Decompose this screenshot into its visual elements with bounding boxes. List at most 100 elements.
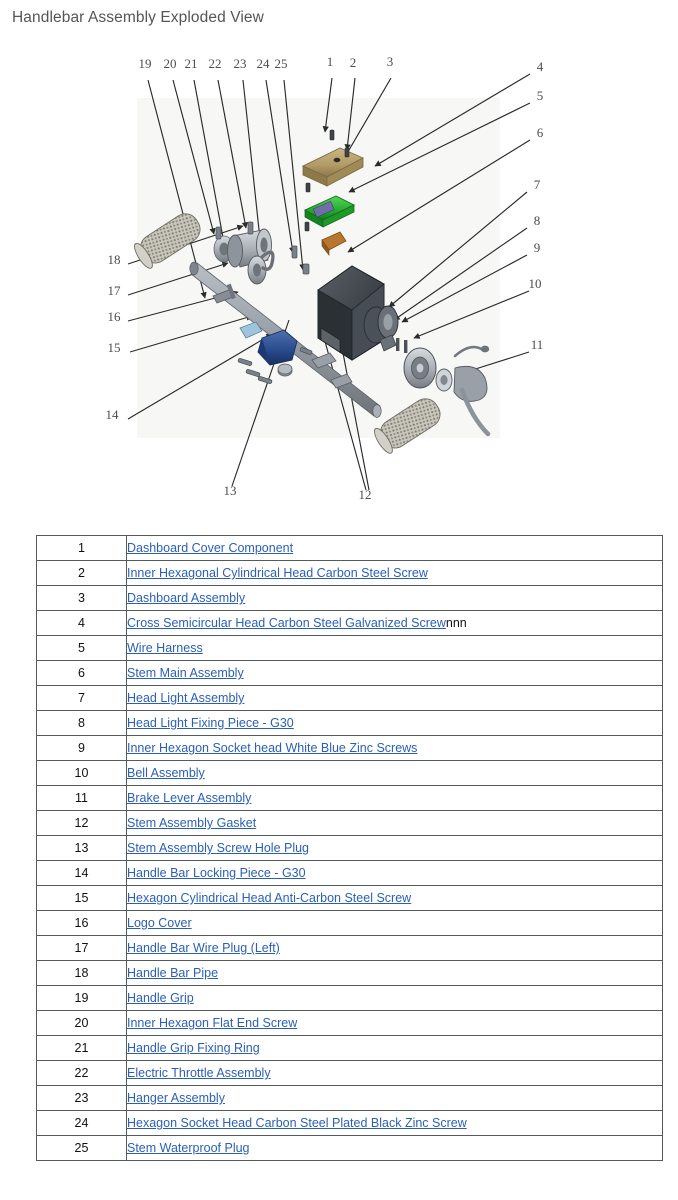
- table-row: 3 Dashboard Assembly: [36, 585, 663, 611]
- callout-number: 19: [139, 56, 152, 71]
- part-name-link[interactable]: Inner Hexagon Flat End Screw: [128, 1016, 298, 1030]
- callout-number: 17: [108, 283, 122, 298]
- part-index-cell: 4: [36, 610, 127, 636]
- callout-number: 12: [359, 487, 372, 502]
- part-index-cell: 24: [36, 1110, 127, 1136]
- exploded-view-svg: 19 20 21 22 23 24 25 1 2 3 45678910111213141516171…: [106, 54, 544, 502]
- part-name-cell: Head Light Fixing Piece - G30: [126, 710, 663, 736]
- table-row: 4 Cross Semicircular Head Carbon Steel Ga…: [36, 610, 663, 636]
- part-name-link[interactable]: Stem Waterproof Plug: [128, 1141, 250, 1155]
- table-row: 6 Stem Main Assembly: [36, 660, 663, 686]
- part-name-link[interactable]: Head Light Assembly: [128, 691, 245, 705]
- part-index-cell: 20: [36, 1010, 127, 1036]
- table-row: 7 Head Light Assembly: [36, 685, 663, 711]
- callout-number: 11: [531, 337, 544, 352]
- part-name-cell: Handle Grip: [126, 985, 663, 1011]
- table-row: 20 Inner Hexagon Flat End Screw: [36, 1010, 663, 1036]
- part-index-cell: 6: [36, 660, 127, 686]
- callout-number: 13: [224, 483, 237, 498]
- table-row: 9 Inner Hexagon Socket head White Blue Zi…: [36, 735, 663, 761]
- part-name-cell: Wire Harness: [126, 635, 663, 661]
- part-name-link[interactable]: Inner Hexagonal Cylindrical Head Carbon …: [128, 566, 428, 580]
- part-name-link[interactable]: Head Light Fixing Piece - G30: [128, 716, 294, 730]
- callout-number: 25: [275, 56, 288, 71]
- table-row: 16 Logo Cover: [36, 910, 663, 936]
- part-name-link[interactable]: Brake Lever Assembly: [128, 791, 252, 805]
- table-row: 8 Head Light Fixing Piece - G30: [36, 710, 663, 736]
- part-name-link[interactable]: Hexagon Cylindrical Head Anti-Carbon Ste…: [128, 891, 412, 905]
- callout-number: 4: [537, 59, 544, 74]
- exploded-view-diagram: 19 20 21 22 23 24 25 1 2 3 4 5 6 7 8 9 10 11 12 13 14 15 16 17 1…: [0, 38, 678, 518]
- table-row: 11 Brake Lever Assembly: [36, 785, 663, 811]
- part-name-link[interactable]: Handle Bar Locking Piece - G30: [128, 866, 306, 880]
- part-name-link[interactable]: Wire Harness: [128, 641, 203, 655]
- table-row: 2 Inner Hexagonal Cylindrical Head Carbon…: [36, 560, 663, 586]
- callout-number: 1: [327, 54, 334, 69]
- part-index-cell: 7: [36, 685, 127, 711]
- part-name-link[interactable]: Hexagon Socket Head Carbon Steel Plated …: [128, 1116, 467, 1130]
- part-bell-assembly: [403, 347, 437, 389]
- part-name-cell: Stem Waterproof Plug: [126, 1135, 663, 1161]
- table-row: 14 Handle Bar Locking Piece - G30: [36, 860, 663, 886]
- part-index-cell: 22: [36, 1060, 127, 1086]
- callout-number: 8: [534, 213, 541, 228]
- callout-number: 23: [234, 56, 247, 71]
- table-row: 17 Handle Bar Wire Plug (Left): [36, 935, 663, 961]
- callout-number: 2: [350, 55, 357, 70]
- callout-number: 9: [534, 240, 541, 255]
- part-index-cell: 16: [36, 910, 127, 936]
- callout-number: 5: [537, 88, 544, 103]
- part-name-link[interactable]: Bell Assembly: [128, 766, 205, 780]
- part-index-cell: 10: [36, 760, 127, 786]
- callout-number: 24: [257, 56, 271, 71]
- part-index-cell: 12: [36, 810, 127, 836]
- table-row: 13 Stem Assembly Screw Hole Plug: [36, 835, 663, 861]
- part-index-cell: 19: [36, 985, 127, 1011]
- part-name-link[interactable]: Dashboard Assembly: [128, 591, 246, 605]
- part-name-link[interactable]: Stem Assembly Screw Hole Plug: [128, 841, 310, 855]
- part-name-cell: Cross Semicircular Head Carbon Steel Gal…: [126, 610, 663, 636]
- table-row: 10 Bell Assembly: [36, 760, 663, 786]
- part-name-cell: Inner Hexagon Socket head White Blue Zin…: [126, 735, 663, 761]
- parts-list-table: 1 Dashboard Cover Component 2 Inner Hexagon…: [36, 535, 663, 1161]
- part-name-link[interactable]: Logo Cover: [128, 916, 192, 930]
- callout-number: 18: [108, 252, 121, 267]
- callout-number: 7: [534, 177, 541, 192]
- part-name-link[interactable]: Stem Main Assembly: [128, 666, 244, 680]
- part-name-link[interactable]: Cross Semicircular Head Carbon Steel Gal…: [128, 616, 446, 630]
- part-index-cell: 14: [36, 860, 127, 886]
- page-title: Handlebar Assembly Exploded View: [12, 9, 264, 26]
- part-name-link[interactable]: Handle Grip Fixing Ring: [128, 1041, 260, 1055]
- part-index-cell: 13: [36, 835, 127, 861]
- part-name-cell: Hanger Assembly: [126, 1085, 663, 1111]
- part-name-suffix: nnn: [445, 616, 467, 630]
- callout-number: 3: [387, 54, 394, 69]
- part-name-cell: Inner Hexagonal Cylindrical Head Carbon …: [126, 560, 663, 586]
- part-index-cell: 23: [36, 1085, 127, 1111]
- part-index-cell: 9: [36, 735, 127, 761]
- part-name-link[interactable]: Handle Grip: [128, 991, 194, 1005]
- part-name-cell: Stem Assembly Gasket: [126, 810, 663, 836]
- part-name-link[interactable]: Stem Assembly Gasket: [128, 816, 257, 830]
- callout-number: 21: [185, 56, 198, 71]
- part-name-link[interactable]: Dashboard Cover Component: [128, 541, 294, 555]
- part-index-cell: 3: [36, 585, 127, 611]
- table-row: 12 Stem Assembly Gasket: [36, 810, 663, 836]
- part-name-cell: Dashboard Assembly: [126, 585, 663, 611]
- parts-list-body: 1 Dashboard Cover Component 2 Inner Hexagon…: [36, 535, 663, 1161]
- part-index-cell: 15: [36, 885, 127, 911]
- callout-number: 10: [529, 276, 542, 291]
- part-index-cell: 18: [36, 960, 127, 986]
- part-stem-assembly-screw-hole-plug: [277, 363, 293, 377]
- part-index-cell: 2: [36, 560, 127, 586]
- part-name-link[interactable]: Hanger Assembly: [128, 1091, 225, 1105]
- part-name-cell: Stem Assembly Screw Hole Plug: [126, 835, 663, 861]
- part-name-link[interactable]: Electric Throttle Assembly: [128, 1066, 271, 1080]
- table-row: 23 Hanger Assembly: [36, 1085, 663, 1111]
- part-name-link[interactable]: Handle Bar Pipe: [128, 966, 219, 980]
- callout-number: 22: [209, 56, 222, 71]
- part-name-link[interactable]: Inner Hexagon Socket head White Blue Zin…: [128, 741, 418, 755]
- table-row: 25 Stem Waterproof Plug: [36, 1135, 663, 1161]
- part-index-cell: 1: [36, 535, 127, 561]
- part-name-link[interactable]: Handle Bar Wire Plug (Left): [128, 941, 280, 955]
